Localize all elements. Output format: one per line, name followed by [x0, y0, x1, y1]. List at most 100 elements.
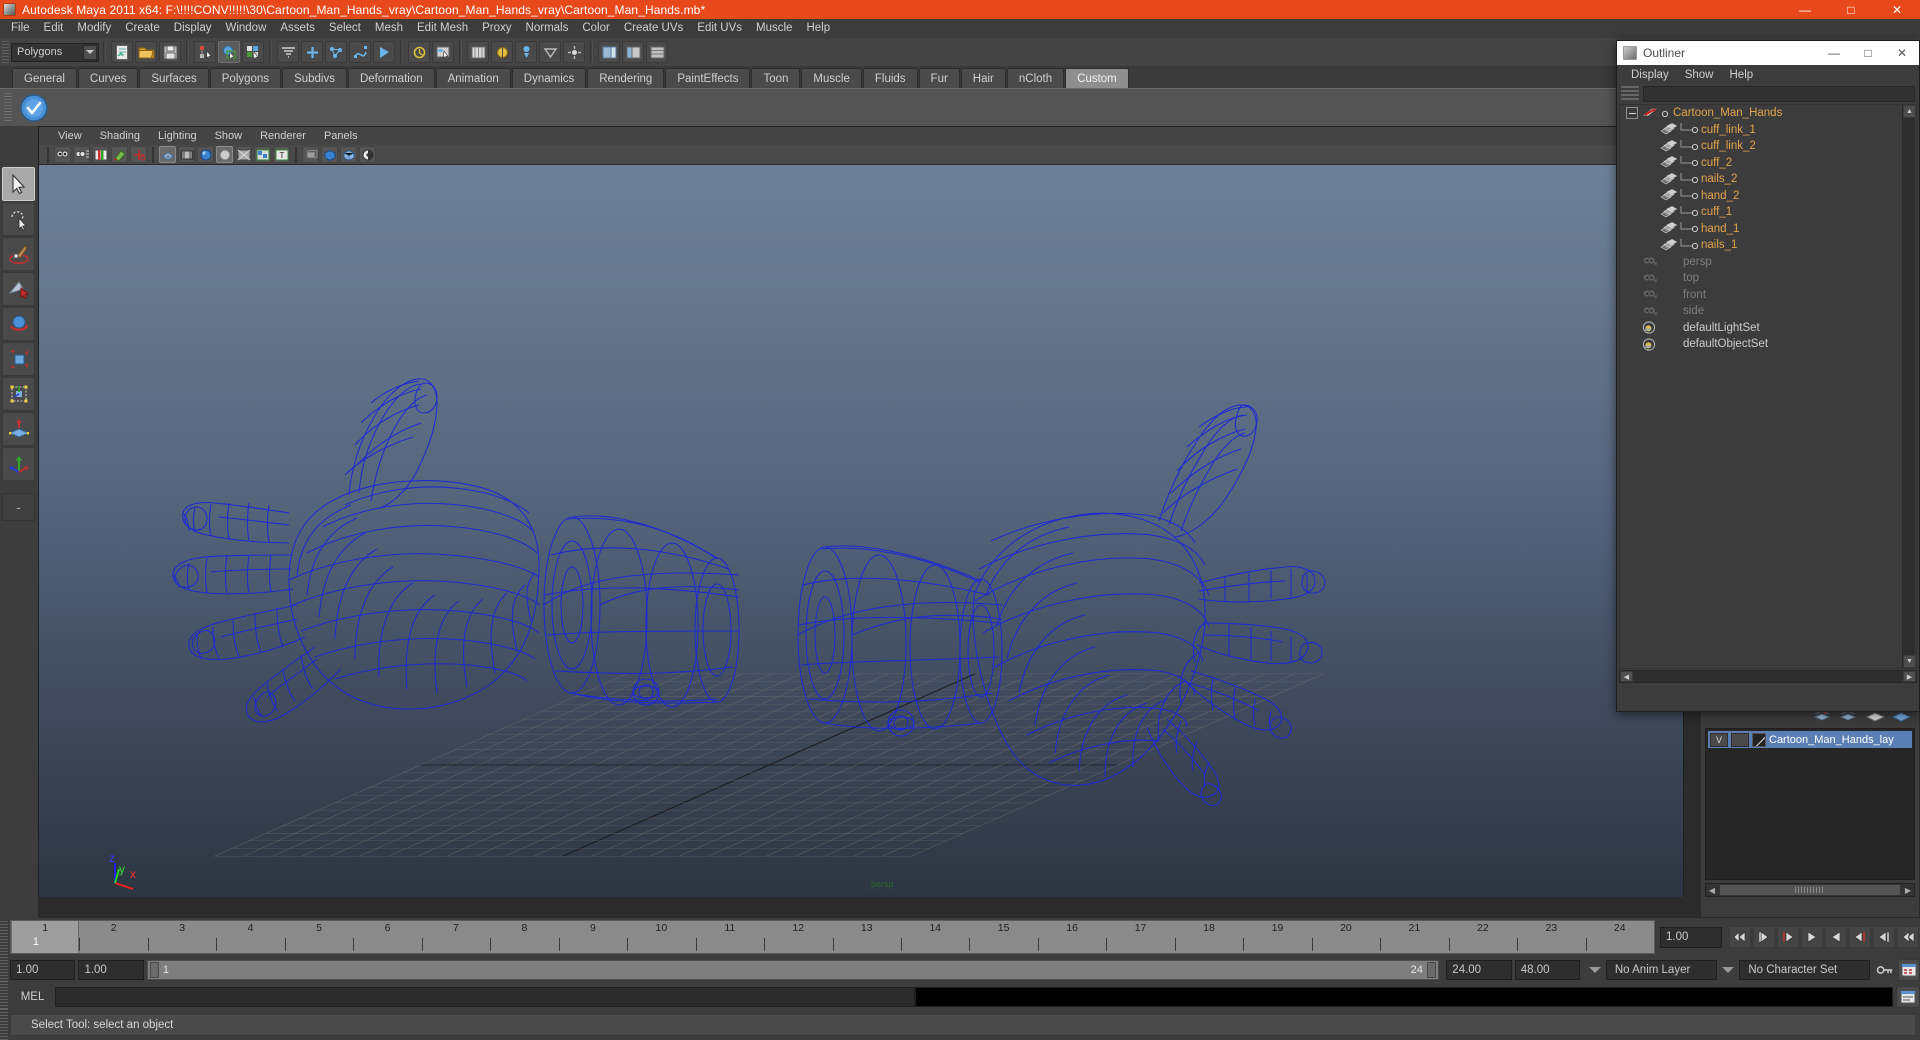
go-to-start-icon[interactable]: [1729, 926, 1751, 948]
character-set-selector[interactable]: No Character Set: [1739, 960, 1871, 980]
step-forward-keyframe-icon[interactable]: [1873, 926, 1895, 948]
last-tool-used-button[interactable]: [2, 447, 35, 481]
shelf-tab-custom[interactable]: Custom: [1065, 68, 1129, 88]
outliner-row[interactable]: cuff_link_1: [1620, 122, 1916, 139]
script-editor-button[interactable]: [1896, 986, 1920, 1008]
scale-tool[interactable]: [2, 342, 35, 376]
anim-layer-selector[interactable]: No Anim Layer: [1605, 960, 1717, 980]
outliner-menu-show[interactable]: Show: [1677, 68, 1722, 82]
close-button[interactable]: ✕: [1874, 0, 1920, 19]
playback-end-time-field[interactable]: 24.00: [1446, 960, 1512, 980]
layer-visibility-toggle[interactable]: V: [1710, 732, 1728, 747]
snap-to-view-plane-button[interactable]: [349, 41, 371, 63]
snap-to-grid-button[interactable]: [277, 41, 299, 63]
outliner-row[interactable]: side: [1620, 303, 1916, 320]
select-tool[interactable]: [2, 167, 35, 201]
outliner-row[interactable]: nails_1: [1620, 237, 1916, 254]
ipr-render-button[interactable]: [515, 41, 537, 63]
menu-item-create[interactable]: Create: [118, 20, 167, 37]
xray-mode-icon[interactable]: [302, 146, 319, 163]
viewport-menu-lighting[interactable]: Lighting: [149, 129, 206, 143]
animation-start-time-field[interactable]: 1.00: [10, 960, 76, 980]
shelf-tab-polygons[interactable]: Polygons: [209, 68, 282, 88]
outliner-row[interactable]: front: [1620, 287, 1916, 304]
scroll-left-icon[interactable]: ◀: [1706, 884, 1718, 896]
viewport-menu-view[interactable]: View: [49, 129, 91, 143]
shelf-grip[interactable]: [4, 92, 12, 123]
outliner-row[interactable]: hand_1: [1620, 221, 1916, 238]
layer-playback-toggle[interactable]: [1731, 732, 1749, 747]
outliner-row[interactable]: cuff_link_2: [1620, 138, 1916, 155]
shelf-tab-toon[interactable]: Toon: [751, 68, 801, 88]
toolbar-grip[interactable]: [2, 41, 9, 63]
command-input-field[interactable]: [55, 987, 915, 1007]
menu-item-display[interactable]: Display: [167, 20, 219, 37]
outliner-row[interactable]: cuff_1: [1620, 204, 1916, 221]
outliner-row[interactable]: cuff_2: [1620, 155, 1916, 172]
menu-item-window[interactable]: Window: [218, 20, 273, 37]
smooth-shade-all-icon[interactable]: [197, 146, 214, 163]
chevron-down-icon[interactable]: [83, 44, 97, 60]
range-slider-bar[interactable]: 1 24: [146, 960, 1439, 980]
auto-key-icon[interactable]: [1876, 963, 1895, 977]
isolate-select-icon[interactable]: [340, 146, 357, 163]
menu-item-modify[interactable]: Modify: [70, 20, 118, 37]
outliner-row[interactable]: top: [1620, 270, 1916, 287]
play-forwards-icon[interactable]: [1825, 926, 1847, 948]
shaded-cube-icon[interactable]: [321, 146, 338, 163]
outliner-menu-display[interactable]: Display: [1623, 68, 1677, 82]
save-scene-button[interactable]: [159, 41, 181, 63]
outliner-menu-help[interactable]: Help: [1722, 68, 1762, 82]
animation-preferences-button[interactable]: [1897, 959, 1920, 981]
smooth-shade-selected-icon[interactable]: [216, 146, 233, 163]
manipulator-icon[interactable]: [130, 146, 147, 163]
layer-list-scrollbar[interactable]: ◀ ▶: [1705, 883, 1915, 897]
step-forward-frame-icon[interactable]: [1849, 926, 1871, 948]
viewport-menu-panels[interactable]: Panels: [315, 129, 367, 143]
render-globals-button[interactable]: [563, 41, 585, 63]
time-slider[interactable]: 1 1 2 3 4 5 6 7 8 9 10 11 12 13 14 15 16 17 18 19 20 21 22 23 2…: [10, 920, 1655, 954]
menu-item-edit-uvs[interactable]: Edit UVs: [690, 20, 749, 37]
go-to-end-icon[interactable]: [1897, 926, 1919, 948]
shelf-tab-fluids[interactable]: Fluids: [862, 68, 918, 88]
menu-item-normals[interactable]: Normals: [519, 20, 576, 37]
shelf-tab-hair[interactable]: Hair: [960, 68, 1006, 88]
anim-layer-dropdown-icon[interactable]: [1586, 961, 1603, 979]
menu-item-help[interactable]: Help: [799, 20, 837, 37]
animation-end-time-field[interactable]: 48.00: [1514, 960, 1581, 980]
filter-icon[interactable]: [1621, 86, 1639, 102]
shelf-tab-general[interactable]: General: [12, 68, 77, 88]
select-camera-icon[interactable]: [54, 146, 71, 163]
camera-attributes-icon[interactable]: [73, 146, 90, 163]
use-default-lighting-icon[interactable]: T: [273, 146, 290, 163]
select-by-hierarchy-button[interactable]: [194, 41, 216, 63]
wireframe-on-shaded-icon[interactable]: [235, 146, 252, 163]
hypershade-button[interactable]: [491, 41, 513, 63]
shelf-tab-animation[interactable]: Animation: [435, 68, 511, 88]
high-quality-render-icon[interactable]: [359, 146, 376, 163]
scroll-right-icon[interactable]: ▶: [1902, 884, 1914, 896]
menu-item-muscle[interactable]: Muscle: [749, 20, 799, 37]
outliner-row[interactable]: defaultLightSet: [1620, 320, 1916, 337]
shelf-tab-muscle[interactable]: Muscle: [801, 68, 862, 88]
snap-to-curve-button[interactable]: [301, 41, 323, 63]
time-slider-grip[interactable]: [0, 921, 8, 953]
shelf-tab-subdivs[interactable]: Subdivs: [282, 68, 347, 88]
shelf-tab-dynamics[interactable]: Dynamics: [511, 68, 587, 88]
outliner-maximize-button[interactable]: □: [1851, 41, 1885, 65]
character-set-dropdown-icon[interactable]: [1720, 961, 1737, 979]
outliner-row[interactable]: nails_2: [1620, 171, 1916, 188]
shelf-tab-painteffects[interactable]: PaintEffects: [665, 68, 751, 88]
menu-item-select[interactable]: Select: [322, 20, 368, 37]
menu-item-assets[interactable]: Assets: [273, 20, 322, 37]
snap-to-live-object-button[interactable]: [373, 41, 395, 63]
minimize-button[interactable]: —: [1782, 0, 1828, 19]
select-by-component-type-button[interactable]: [242, 41, 264, 63]
rotate-tool[interactable]: [2, 307, 35, 341]
viewport-menu-shading[interactable]: Shading: [91, 129, 149, 143]
menu-item-create-uvs[interactable]: Create UVs: [617, 20, 690, 37]
outliner-row[interactable]: hand_2: [1620, 188, 1916, 205]
render-current-frame-button[interactable]: [432, 41, 454, 63]
menu-item-proxy[interactable]: Proxy: [475, 20, 518, 37]
paint-effects-icon[interactable]: [111, 146, 128, 163]
